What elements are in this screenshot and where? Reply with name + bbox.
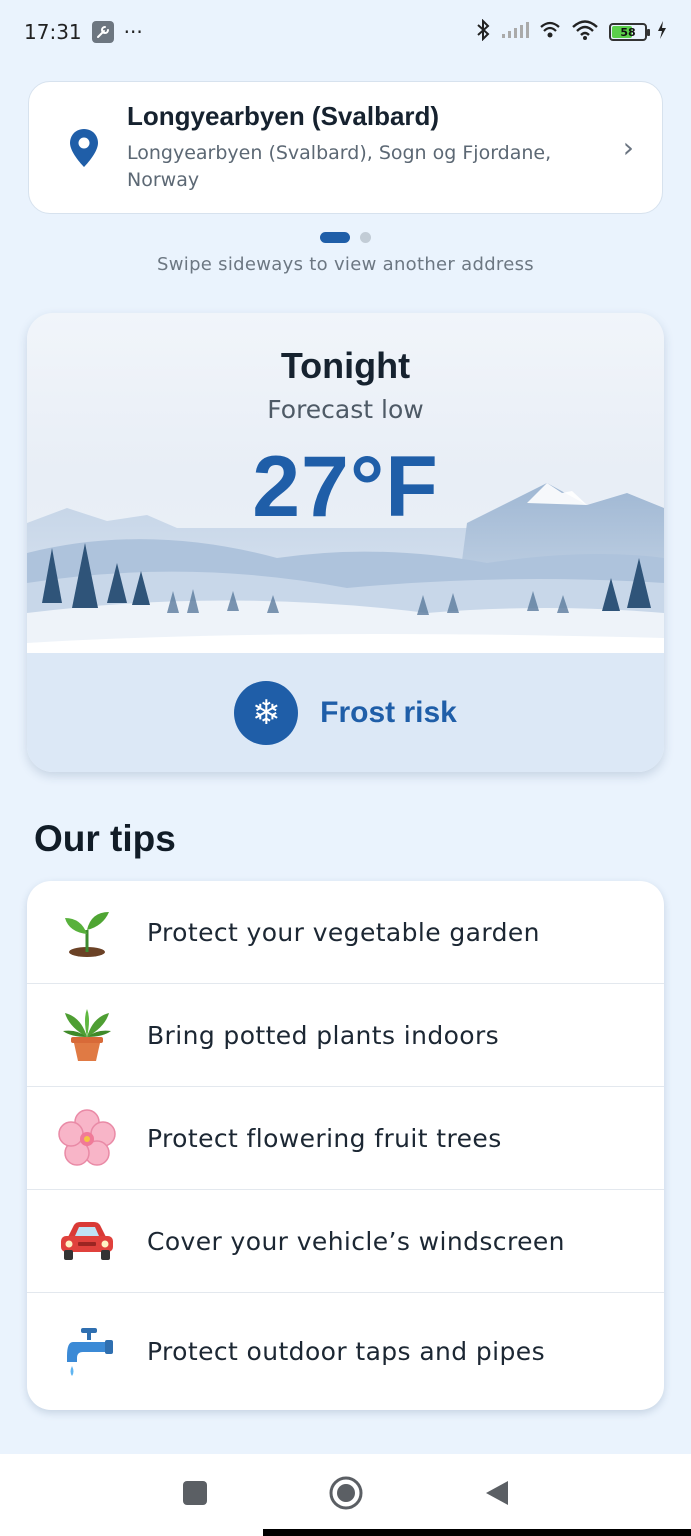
pager-dot [360,232,371,243]
cherry-blossom-icon [57,1108,117,1168]
tip-label: Protect outdoor taps and pipes [147,1337,545,1366]
wrench-icon [91,21,114,43]
frost-risk-label: Frost risk [320,695,457,729]
pager-dot-active [320,232,350,243]
status-bar: 17:31 ··· 58 [0,0,691,64]
tip-item[interactable]: Protect flowering fruit trees [27,1087,664,1190]
tips-list: Protect your vegetable garden Bring pott… [27,881,664,1410]
location-pin-icon [70,128,98,167]
car-icon [57,1211,117,1271]
home-button[interactable] [328,1475,364,1515]
more-notifications-icon: ··· [123,20,143,44]
water-tap-icon [57,1322,117,1382]
forecast-temperature: 27°F [252,439,439,535]
wifi-icon [571,19,599,46]
address-pager [0,232,691,243]
back-button[interactable] [484,1479,510,1511]
hotspot-icon [539,20,561,45]
frost-risk-banner: ❄ Frost risk [27,653,664,772]
home-indicator [263,1529,691,1536]
chevron-right-icon: › [622,131,634,164]
forecast-card: Tonight Forecast low 27°F ❄ Frost risk [27,313,664,772]
address-subtitle: Longyearbyen (Svalbard), Sogn og Fjordan… [127,142,552,191]
status-right: 58 [475,18,667,46]
forecast-subtitle: Forecast low [267,395,424,424]
tip-item[interactable]: Bring potted plants indoors [27,984,664,1087]
tips-heading: Our tips [34,818,176,859]
recents-button[interactable] [182,1480,208,1510]
seedling-icon [57,902,117,962]
battery-level: 58 [620,25,636,39]
tip-item[interactable]: Cover your vehicle’s windscreen [27,1190,664,1293]
status-left: 17:31 ··· [24,20,143,44]
swipe-hint: Swipe sideways to view another address [157,254,534,275]
status-time: 17:31 [24,20,82,44]
tip-label: Protect your vegetable garden [147,917,540,947]
tip-label: Cover your vehicle’s windscreen [147,1226,565,1256]
cell-signal-icon [501,20,529,44]
charging-icon [657,20,667,44]
address-card[interactable]: Longyearbyen (Svalbard) Longyearbyen (Sv… [28,81,663,214]
snowflake-icon: ❄ [234,680,299,745]
bluetooth-icon [475,18,491,46]
system-nav-bar [0,1454,691,1536]
potted-plant-icon [57,1005,117,1065]
tip-label: Protect flowering fruit trees [147,1123,502,1153]
tip-item[interactable]: Protect outdoor taps and pipes [27,1293,664,1410]
battery-icon: 58 [609,23,650,41]
address-title: Longyearbyen (Svalbard) [127,101,440,131]
forecast-title: Tonight [280,345,411,386]
address-text: Longyearbyen (Svalbard) Longyearbyen (Sv… [127,101,623,194]
tip-label: Bring potted plants indoors [147,1020,500,1050]
tip-item[interactable]: Protect your vegetable garden [27,881,664,984]
